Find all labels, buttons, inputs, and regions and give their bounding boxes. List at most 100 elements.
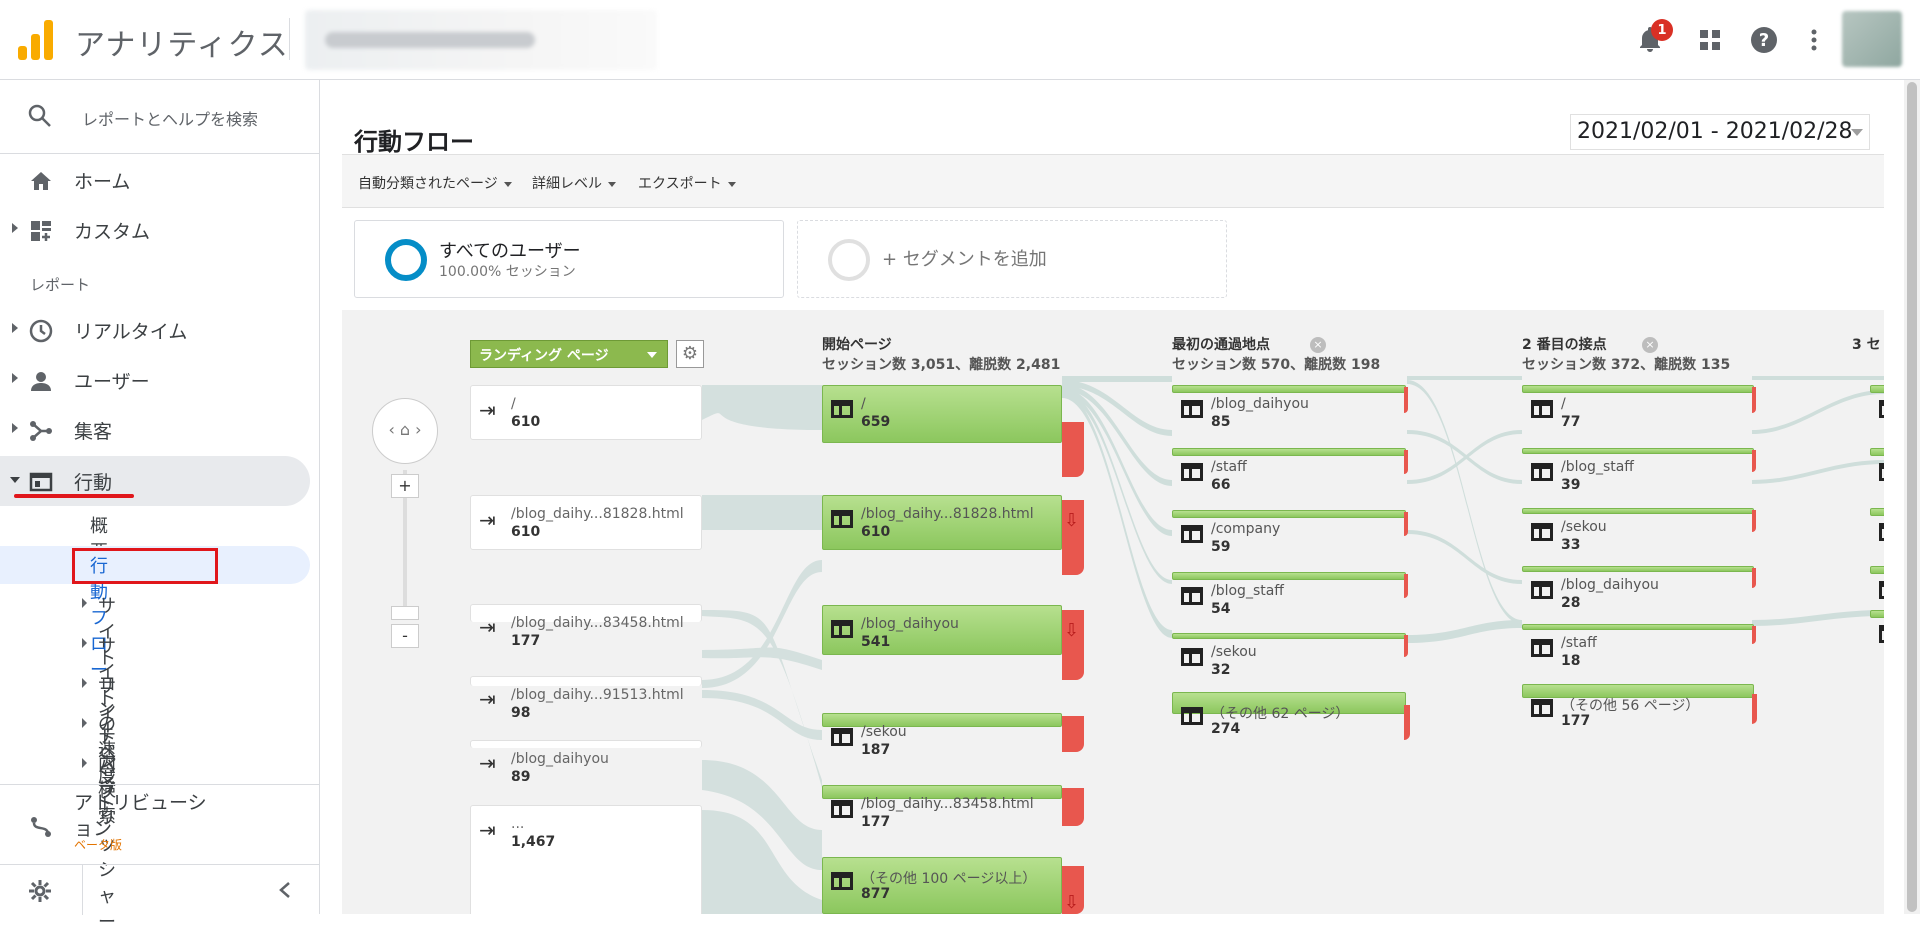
flow-node[interactable]: （その他 100 ページ以上） 877 xyxy=(822,857,1062,914)
flow-node[interactable]: /blog_staff 54 xyxy=(1172,572,1406,617)
page-title: 行動フロー xyxy=(354,128,474,156)
landing-node[interactable]: ⇥ /blog_daihyou 89 xyxy=(470,740,702,785)
flow-node[interactable]: （その他 62 ページ） 274 xyxy=(1172,692,1406,737)
node-value: 77 xyxy=(1561,414,1581,430)
page-icon xyxy=(1181,707,1203,725)
segment-all-users[interactable]: すべてのユーザー 100.00% セッション xyxy=(354,220,784,298)
flow-node[interactable]: / 659 xyxy=(822,385,1062,443)
sidebar-item-home[interactable]: ホーム xyxy=(0,155,310,205)
dropoff-bar[interactable] xyxy=(1404,574,1408,598)
date-range-picker[interactable]: 2021/02/01 - 2021/02/28 xyxy=(1570,114,1870,150)
landing-node[interactable]: ⇥ /blog_daihy...81828.html 610 xyxy=(470,495,702,550)
flow-node[interactable]: /sekou 33 xyxy=(1522,508,1754,553)
node-label: /sekou xyxy=(1561,519,1607,535)
entry-arrow-icon: ⇥ xyxy=(479,508,496,532)
dropoff-bar[interactable] xyxy=(1062,716,1084,752)
sidebar-item-users[interactable]: ユーザー xyxy=(0,355,310,405)
node-label: /company xyxy=(1211,521,1281,537)
dropoff-bar[interactable]: ⇩ xyxy=(1062,610,1084,680)
landing-node[interactable]: ⇥ / 610 xyxy=(470,385,702,440)
flow-node[interactable]: / 77 xyxy=(1522,385,1754,430)
flow-node-partial[interactable] xyxy=(1870,448,1884,481)
flow-node[interactable]: /company 59 xyxy=(1172,510,1406,555)
dropoff-bar[interactable] xyxy=(1404,450,1408,474)
flow-node[interactable]: /sekou 187 xyxy=(822,713,1062,758)
landing-node[interactable]: ⇥ /blog_daihy...91513.html 98 xyxy=(470,676,702,721)
page-icon xyxy=(1531,523,1553,541)
node-label: / xyxy=(861,396,866,412)
dropoff-bar[interactable] xyxy=(1404,705,1410,740)
dropoff-bar[interactable] xyxy=(1752,450,1756,472)
flow-node-partial[interactable] xyxy=(1870,566,1884,599)
landing-page-dropdown[interactable]: ランディング ページ xyxy=(470,340,668,368)
sidebar-item-label: カスタム xyxy=(74,221,151,243)
sidebar-item-label: アトリビューション xyxy=(74,792,207,840)
expand-caret-icon xyxy=(82,638,87,648)
dropoff-bar[interactable]: ⇩ xyxy=(1062,500,1084,575)
dropoff-bar[interactable] xyxy=(1752,387,1756,413)
node-value: 18 xyxy=(1561,653,1581,669)
dropoff-bar[interactable] xyxy=(1062,422,1084,477)
auto-grouped-pages-menu[interactable]: 自動分類されたページ xyxy=(358,173,512,193)
flow-node-partial[interactable] xyxy=(1870,610,1884,643)
flow-node[interactable]: （その他 56 ページ） 177 xyxy=(1522,684,1754,729)
acquisition-icon xyxy=(30,421,52,441)
flow-node[interactable]: /blog_daihyou 85 xyxy=(1172,385,1406,430)
more-options-icon[interactable] xyxy=(1796,22,1832,58)
dropoff-bar[interactable] xyxy=(1752,510,1756,532)
flow-node-partial[interactable] xyxy=(1870,508,1884,541)
sidebar-item-realtime[interactable]: リアルタイム xyxy=(0,305,310,355)
collapse-sidebar-chevron-icon[interactable] xyxy=(278,881,292,899)
expand-caret-icon xyxy=(82,758,87,768)
zoom-out-button[interactable]: - xyxy=(391,624,419,648)
behavior-flow-canvas[interactable]: ‹ ⌂ › + - ランディング ページ ⚙ ⇥ / 610 ⇥ /blog_d… xyxy=(342,310,1884,914)
behavior-icon xyxy=(29,472,53,492)
remove-step-icon[interactable]: × xyxy=(1642,337,1658,353)
flow-node[interactable]: /sekou 32 xyxy=(1172,633,1406,678)
add-segment-label: + セグメントを追加 xyxy=(882,249,1047,270)
flow-node[interactable]: /blog_daihy...81828.html 610 xyxy=(822,495,1062,550)
settings-gear-icon[interactable] xyxy=(28,879,52,903)
dropoff-bar[interactable] xyxy=(1752,626,1756,644)
add-segment-button[interactable]: + セグメントを追加 xyxy=(797,220,1227,298)
dropoff-bar[interactable] xyxy=(1404,635,1408,657)
sidebar-item-acquisition[interactable]: 集客 xyxy=(0,405,310,455)
flow-node[interactable]: /staff 66 xyxy=(1172,448,1406,493)
sidebar-item-attribution[interactable]: アトリビューション xyxy=(0,790,310,860)
sidebar-item-custom[interactable]: カスタム xyxy=(0,205,310,255)
flow-node[interactable]: /staff 18 xyxy=(1522,624,1754,669)
flow-settings-gear-icon[interactable]: ⚙ xyxy=(676,340,704,368)
zoom-in-button[interactable]: + xyxy=(391,474,419,498)
collapse-caret-icon xyxy=(10,477,20,483)
flow-node[interactable]: /blog_daihy...83458.html 177 xyxy=(822,785,1062,830)
landing-node[interactable]: ⇥ /blog_daihy...83458.html 177 xyxy=(470,604,702,649)
landing-node[interactable]: ⇥ ... 1,467 xyxy=(470,805,702,914)
flow-node[interactable]: /blog_daihyou 28 xyxy=(1522,566,1754,611)
dropoff-bar[interactable] xyxy=(1404,512,1408,536)
remove-step-icon[interactable]: × xyxy=(1310,337,1326,353)
flow-node[interactable]: /blog_daihyou 541 xyxy=(822,605,1062,655)
analytics-logo-icon[interactable] xyxy=(18,20,54,60)
flow-node-partial[interactable] xyxy=(1870,385,1884,418)
avatar[interactable] xyxy=(1842,11,1902,67)
flow-node[interactable]: /blog_staff 39 xyxy=(1522,448,1754,493)
sidebar-item-behavior[interactable]: 行動 xyxy=(0,456,310,506)
help-icon[interactable]: ? xyxy=(1746,22,1782,58)
sidebar-item-label: 集客 xyxy=(74,421,113,443)
page-scrollbar[interactable] xyxy=(1904,80,1920,914)
apps-grid-icon[interactable] xyxy=(1692,22,1728,58)
dropoff-bar[interactable] xyxy=(1404,387,1408,413)
detail-level-menu[interactable]: 詳細レベル xyxy=(532,173,616,193)
export-menu[interactable]: エクスポート xyxy=(638,173,736,193)
dropoff-bar[interactable] xyxy=(1752,694,1757,724)
search-bar[interactable]: レポートとヘルプを検索 xyxy=(0,80,320,154)
dropoff-bar[interactable]: ⇩ xyxy=(1062,866,1084,914)
expand-caret-icon xyxy=(82,678,87,688)
zoom-slider-handle[interactable] xyxy=(391,606,419,620)
flow-home-button[interactable]: ‹ ⌂ › xyxy=(372,398,438,464)
node-value: 610 xyxy=(511,524,541,540)
account-selector[interactable] xyxy=(305,10,657,70)
dropoff-bar[interactable] xyxy=(1752,568,1756,588)
dropoff-bar[interactable] xyxy=(1062,788,1084,826)
page-icon xyxy=(1531,699,1553,717)
